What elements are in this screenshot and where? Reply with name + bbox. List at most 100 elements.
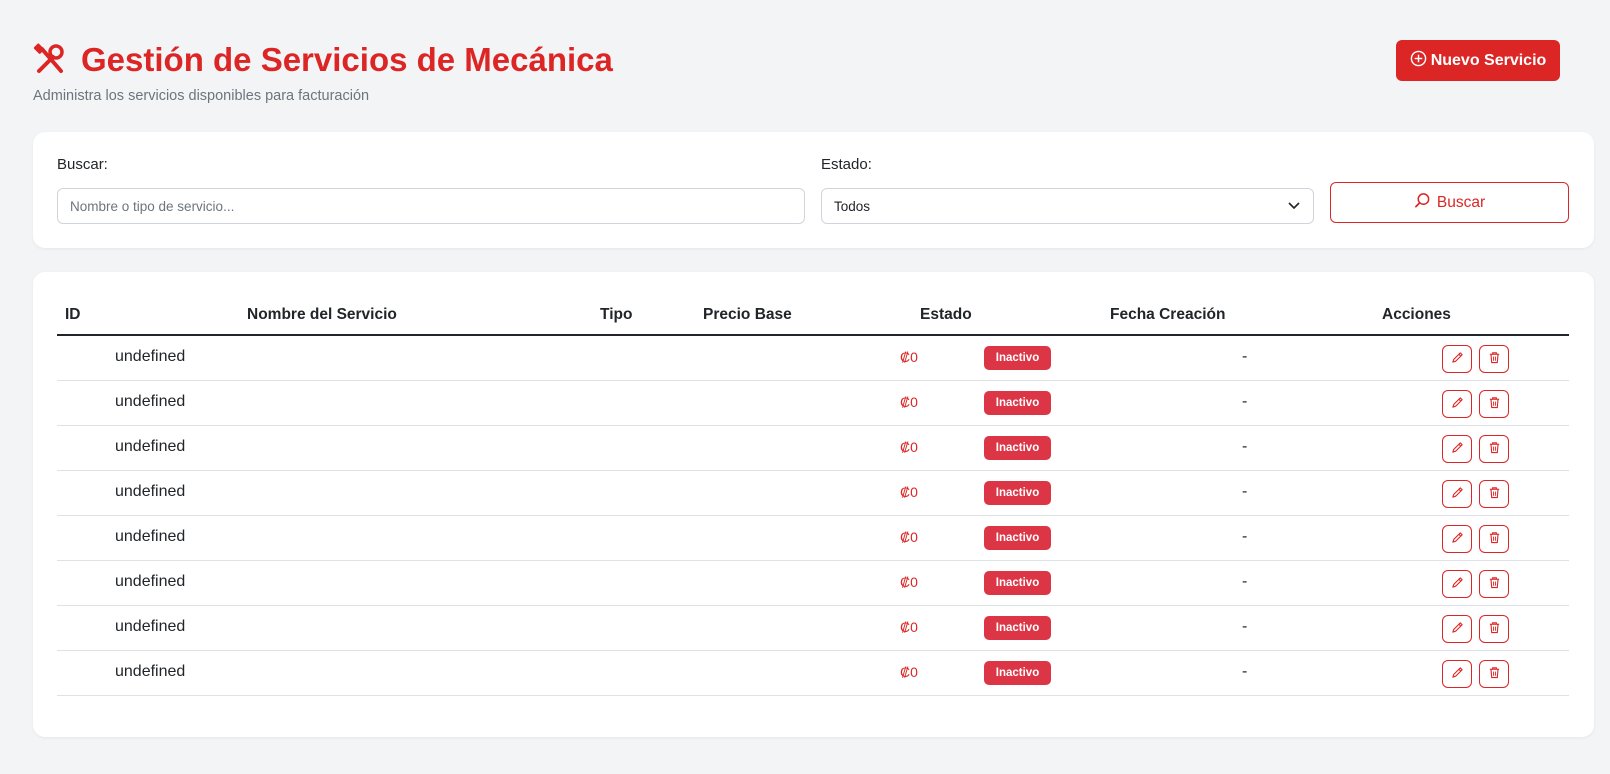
pencil-icon — [1451, 486, 1464, 502]
chevron-down-icon — [1287, 198, 1301, 215]
cell-price: ₡0 — [900, 484, 918, 500]
pencil-icon — [1451, 666, 1464, 682]
status-badge: Inactivo — [984, 571, 1051, 595]
column-header-type: Tipo — [600, 306, 633, 323]
cell-date: - — [1242, 573, 1248, 590]
pencil-icon — [1451, 576, 1464, 592]
cell-name: undefined — [115, 483, 186, 500]
services-table-card: ID Nombre del Servicio Tipo Precio Base … — [33, 272, 1594, 737]
cell-price: ₡0 — [900, 619, 918, 635]
table-row: undefined ₡0 Inactivo - — [57, 516, 1569, 561]
delete-button[interactable] — [1479, 480, 1509, 508]
cell-name: undefined — [115, 438, 186, 455]
edit-button[interactable] — [1442, 660, 1472, 688]
cell-date: - — [1242, 528, 1248, 545]
edit-button[interactable] — [1442, 480, 1472, 508]
trash-icon — [1488, 621, 1501, 637]
status-label: Estado: — [821, 156, 872, 173]
pencil-icon — [1451, 396, 1464, 412]
trash-icon — [1488, 531, 1501, 547]
status-badge: Inactivo — [984, 346, 1051, 370]
trash-icon — [1488, 576, 1501, 592]
cell-date: - — [1242, 348, 1248, 365]
table-row: undefined ₡0 Inactivo - — [57, 561, 1569, 606]
cell-price: ₡0 — [900, 529, 918, 545]
column-header-status: Estado — [920, 306, 972, 323]
cell-price: ₡0 — [900, 394, 918, 410]
plus-circle-icon — [1410, 50, 1427, 72]
edit-button[interactable] — [1442, 615, 1472, 643]
tools-icon — [33, 43, 67, 77]
delete-button[interactable] — [1479, 660, 1509, 688]
cell-name: undefined — [115, 573, 186, 590]
page-subtitle: Administra los servicios disponibles par… — [33, 88, 370, 104]
new-service-button[interactable]: Nuevo Servicio — [1396, 40, 1560, 81]
table-body: undefined ₡0 Inactivo - undefined ₡0 Ina… — [57, 336, 1569, 696]
search-button[interactable]: Buscar — [1330, 182, 1569, 223]
status-badge: Inactivo — [984, 661, 1051, 685]
pencil-icon — [1451, 621, 1464, 637]
cell-date: - — [1242, 483, 1248, 500]
filter-card: Buscar: Estado: Todos Buscar — [33, 132, 1594, 248]
cell-price: ₡0 — [900, 664, 918, 680]
status-select-value: Todos — [834, 198, 871, 214]
column-header-actions: Acciones — [1382, 306, 1451, 323]
search-input[interactable] — [57, 188, 805, 224]
trash-icon — [1488, 441, 1501, 457]
table-row: undefined ₡0 Inactivo - — [57, 381, 1569, 426]
edit-button[interactable] — [1442, 525, 1472, 553]
cell-name: undefined — [115, 528, 186, 545]
cell-date: - — [1242, 438, 1248, 455]
status-select[interactable]: Todos — [821, 188, 1314, 224]
trash-icon — [1488, 486, 1501, 502]
cell-name: undefined — [115, 393, 186, 410]
table-row: undefined ₡0 Inactivo - — [57, 336, 1569, 381]
trash-icon — [1488, 351, 1501, 367]
table-row: undefined ₡0 Inactivo - — [57, 606, 1569, 651]
trash-icon — [1488, 666, 1501, 682]
table-row: undefined ₡0 Inactivo - — [57, 651, 1569, 696]
cell-date: - — [1242, 393, 1248, 410]
search-icon — [1414, 192, 1431, 214]
delete-button[interactable] — [1479, 615, 1509, 643]
edit-button[interactable] — [1442, 435, 1472, 463]
table-header: ID Nombre del Servicio Tipo Precio Base … — [57, 300, 1569, 336]
table-row: undefined ₡0 Inactivo - — [57, 471, 1569, 516]
edit-button[interactable] — [1442, 345, 1472, 373]
cell-price: ₡0 — [900, 349, 918, 365]
cell-name: undefined — [115, 348, 186, 365]
status-badge: Inactivo — [984, 616, 1051, 640]
column-header-name: Nombre del Servicio — [247, 306, 397, 323]
column-header-id: ID — [65, 306, 81, 323]
delete-button[interactable] — [1479, 525, 1509, 553]
delete-button[interactable] — [1479, 435, 1509, 463]
column-header-date: Fecha Creación — [1110, 306, 1226, 323]
cell-price: ₡0 — [900, 574, 918, 590]
cell-name: undefined — [115, 618, 186, 635]
pencil-icon — [1451, 531, 1464, 547]
delete-button[interactable] — [1479, 570, 1509, 598]
services-table: ID Nombre del Servicio Tipo Precio Base … — [57, 300, 1569, 696]
cell-date: - — [1242, 618, 1248, 635]
new-service-label: Nuevo Servicio — [1430, 51, 1547, 69]
edit-button[interactable] — [1442, 570, 1472, 598]
title-row: Gestión de Servicios de Mecánica — [33, 38, 1593, 82]
column-header-price: Precio Base — [703, 306, 792, 323]
status-badge: Inactivo — [984, 481, 1051, 505]
status-badge: Inactivo — [984, 391, 1051, 415]
edit-button[interactable] — [1442, 390, 1472, 418]
delete-button[interactable] — [1479, 345, 1509, 373]
cell-price: ₡0 — [900, 439, 918, 455]
cell-date: - — [1242, 663, 1248, 680]
status-badge: Inactivo — [984, 436, 1051, 460]
search-label: Buscar: — [57, 156, 108, 173]
trash-icon — [1488, 396, 1501, 412]
cell-name: undefined — [115, 663, 186, 680]
page-title: Gestión de Servicios de Mecánica — [81, 41, 613, 78]
pencil-icon — [1451, 441, 1464, 457]
delete-button[interactable] — [1479, 390, 1509, 418]
table-row: undefined ₡0 Inactivo - — [57, 426, 1569, 471]
status-badge: Inactivo — [984, 526, 1051, 550]
pencil-icon — [1451, 351, 1464, 367]
page-header: Gestión de Servicios de Mecánica Adminis… — [33, 38, 1593, 108]
